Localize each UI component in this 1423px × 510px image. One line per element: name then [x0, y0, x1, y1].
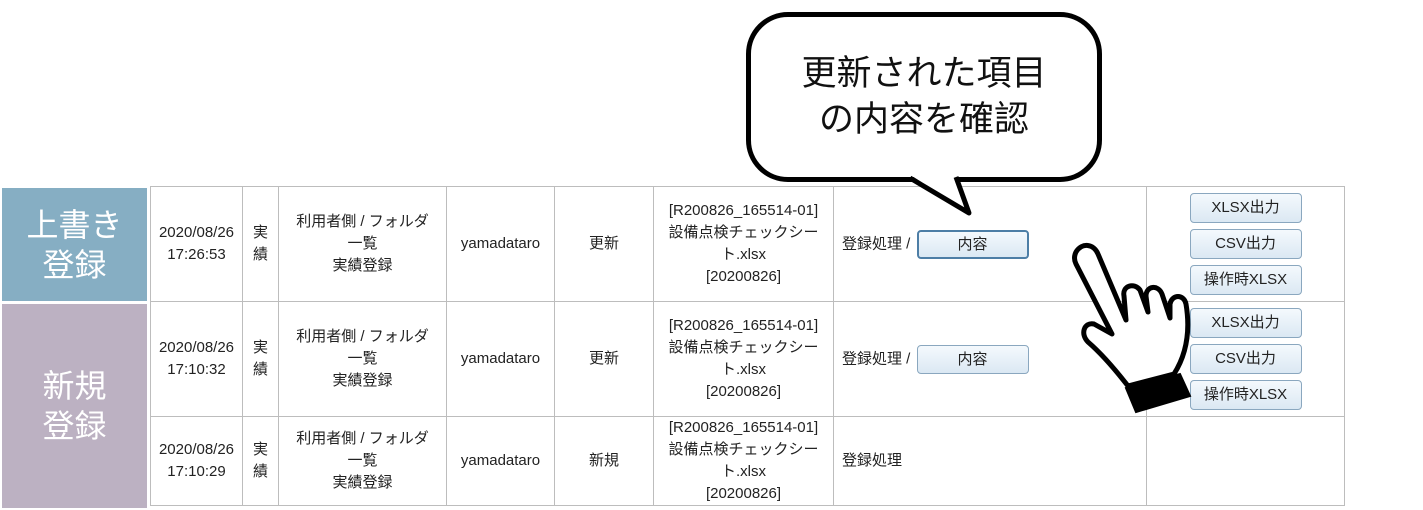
- callout-tail: [908, 175, 972, 216]
- pointing-hand-icon: [1072, 243, 1192, 414]
